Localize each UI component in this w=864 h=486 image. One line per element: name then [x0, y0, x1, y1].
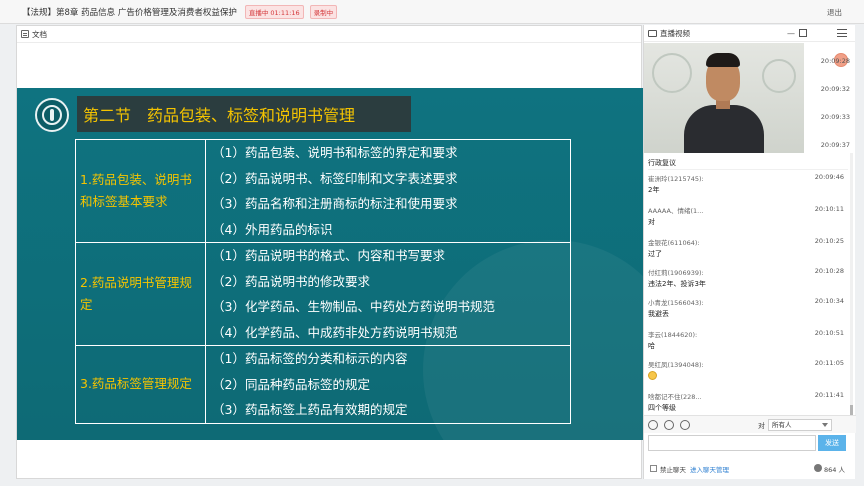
message-time: 20:10:25	[814, 237, 844, 245]
document-pane: 文档 第二节 药品包装、标签和说明书管理 1.药品包装、说明书和标签基本要求 （…	[16, 25, 643, 479]
document-icon	[21, 30, 29, 38]
message-text: 我避丢	[648, 310, 669, 318]
video-header-label: 直播视频	[660, 28, 690, 38]
wall-pattern	[762, 59, 796, 93]
recipient-value: 所有人	[772, 421, 792, 429]
list-item: （3）药品名称和注册商标的标注和使用要求	[212, 196, 458, 211]
document-header: 文档	[17, 26, 641, 43]
exit-button[interactable]: 退出	[827, 7, 842, 18]
maximize-icon[interactable]	[799, 29, 807, 37]
smile-icon[interactable]	[664, 420, 674, 430]
list-item: 啥都记不住(228... 四个等级 20:11:41	[648, 391, 844, 413]
ban-chat-checkbox[interactable]	[650, 465, 657, 472]
live-video	[644, 43, 804, 153]
items-cell: （1）药品标签的分类和标示的内容 （2）同品种药品标签的规定 （3）药品标签上药…	[205, 345, 571, 424]
table-row: 3.药品标签管理规定 （1）药品标签的分类和标示的内容 （2）同品种药品标签的规…	[75, 345, 571, 424]
category-cell: 1.药品包装、说明书和标签基本要求	[75, 139, 206, 243]
content-table: 1.药品包装、说明书和标签基本要求 （1）药品包装、说明书和标签的界定和要求 （…	[75, 139, 571, 424]
chevron-down-icon	[822, 423, 828, 427]
category-cell: 3.药品标签管理规定	[75, 345, 206, 424]
section-title: 第二节 药品包装、标签和说明书管理	[77, 96, 411, 132]
ban-chat-label: 禁止聊天	[660, 466, 686, 474]
chat-manage-link[interactable]: 进入聊天管理	[690, 464, 729, 474]
logo-emblem	[42, 105, 62, 125]
message-time: 20:11:05	[814, 359, 844, 367]
message-time: 20:10:34	[814, 297, 844, 305]
camera-icon	[648, 29, 657, 37]
list-item: （1）药品标签的分类和标示的内容	[212, 351, 408, 366]
pharmacy-logo-icon	[35, 98, 69, 132]
flower-icon[interactable]	[680, 420, 690, 430]
message-text: 四个等级	[648, 404, 676, 412]
message-text: 2年	[648, 186, 660, 194]
table-row: 1.药品包装、说明书和标签基本要求 （1）药品包装、说明书和标签的界定和要求 （…	[75, 139, 571, 243]
category-cell: 2.药品说明书管理规定	[75, 242, 206, 346]
message-time: 20:09:28	[820, 57, 850, 65]
list-item: 付红莉(1906939): 违法2年、投诉3年 20:10:28	[648, 267, 844, 289]
live-status-badge: 直播中 01:11:16	[244, 4, 304, 19]
message-time: 20:11:41	[814, 391, 844, 399]
message-text: 违法2年、投诉3年	[648, 280, 706, 288]
message-text: 过了	[648, 250, 662, 258]
presenter-hair	[706, 53, 740, 67]
list-item: 崔洲玲(1215745): 2年 20:09:46	[648, 173, 844, 195]
right-panel: 直播视频 — 20:09:28 20:09:32 20:09:33 20:09:…	[643, 25, 856, 479]
slide: 第二节 药品包装、标签和说明书管理 1.药品包装、说明书和标签基本要求 （1）药…	[17, 88, 643, 440]
list-item: （1）药品包装、说明书和标签的界定和要求	[212, 145, 458, 160]
send-button[interactable]: 发送	[818, 435, 846, 451]
message-time: 20:09:37	[820, 141, 850, 149]
emoji-icon[interactable]	[648, 420, 658, 430]
video-header: 直播视频	[644, 25, 855, 42]
app-window: 【法规】第8章 药品信息 广告价格管理及消费者权益保护 直播中 01:11:16…	[0, 0, 864, 486]
people-icon	[814, 464, 822, 472]
message-time: 20:10:28	[814, 267, 844, 275]
message-text	[648, 371, 844, 380]
message-text: 哈	[648, 342, 655, 350]
list-item: （3）化学药品、生物制品、中药处方药说明书规范	[212, 299, 495, 314]
message-time: 20:09:33	[820, 113, 850, 121]
items-cell: （1）药品说明书的格式、内容和书写要求 （2）药品说明书的修改要求 （3）化学药…	[205, 242, 571, 346]
list-item: （1）药品说明书的格式、内容和书写要求	[212, 248, 445, 263]
document-tab-label[interactable]: 文档	[32, 29, 47, 40]
online-count: 864 人	[824, 466, 845, 474]
course-title: 【法规】第8章 药品信息 广告价格管理及消费者权益保护	[22, 7, 237, 18]
chat-footer: 禁止聊天 进入聊天管理 864 人	[644, 461, 856, 475]
recipient-select[interactable]: 所有人	[768, 419, 832, 431]
list-item: （2）同品种药品标签的规定	[212, 376, 370, 392]
chat-input[interactable]	[648, 435, 816, 451]
message-time: 20:10:51	[814, 329, 844, 337]
presenter-body	[684, 105, 764, 153]
list-item: 李云(1844620): 哈 20:10:51	[648, 329, 844, 351]
message-time: 20:09:32	[820, 85, 850, 93]
list-item: 金银花(611064): 过了 20:10:25	[648, 237, 844, 259]
recording-badge: 录制中	[309, 4, 338, 19]
list-item: （2）药品说明书、标签印制和文字表述要求	[212, 170, 458, 186]
recipient-label: 对	[758, 422, 765, 430]
list-item: （2）药品说明书的修改要求	[212, 273, 370, 289]
message-text: 行政复议	[648, 159, 676, 167]
list-item: （4）化学药品、中成药非处方药说明书规范	[212, 324, 458, 340]
message-time: 20:09:46	[814, 173, 844, 181]
chat-scrollbar-track[interactable]	[850, 153, 853, 433]
minimize-icon[interactable]: —	[787, 29, 795, 38]
list-item: 行政复议	[648, 156, 844, 168]
title-bar: 【法规】第8章 药品信息 广告价格管理及消费者权益保护 直播中 01:11:16…	[0, 0, 864, 24]
chat-toolbar: 对 所有人	[644, 415, 856, 433]
menu-icon[interactable]	[837, 29, 847, 37]
items-cell: （1）药品包装、说明书和标签的界定和要求 （2）药品说明书、标签印制和文字表述要…	[205, 139, 571, 243]
list-item: （3）药品标签上药品有效期的规定	[212, 402, 408, 417]
message-text: 对	[648, 218, 655, 226]
laughing-emoji-icon	[648, 371, 657, 380]
message-time: 20:10:11	[814, 205, 844, 213]
list-item: AAAAA、情绪(1... 对 20:10:11	[648, 205, 844, 227]
list-item: 小青龙(1566043): 我避丢 20:10:34	[648, 297, 844, 319]
list-item: 吴红凤(1394048): 20:11:05	[648, 359, 844, 380]
table-row: 2.药品说明书管理规定 （1）药品说明书的格式、内容和书写要求 （2）药品说明书…	[75, 242, 571, 346]
list-item: （4）外用药品的标识	[212, 221, 333, 237]
wall-pattern	[652, 53, 692, 93]
divider	[648, 169, 848, 170]
